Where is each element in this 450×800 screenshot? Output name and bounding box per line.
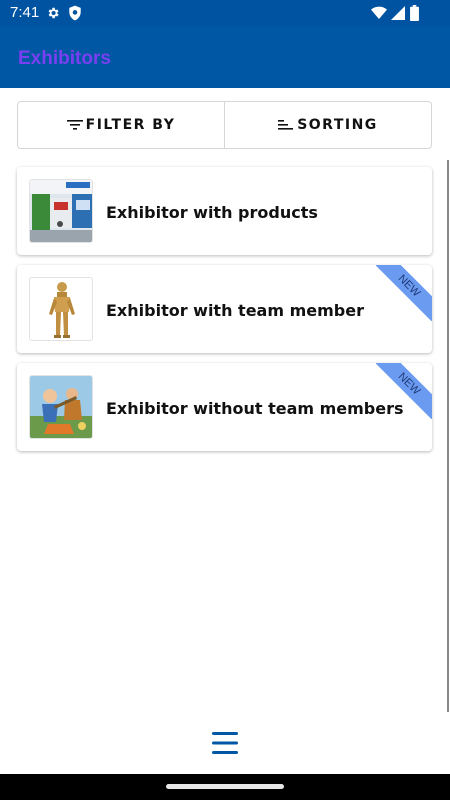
wifi-icon [371,6,387,19]
exhibitor-name: Exhibitor with team member [106,301,364,320]
exhibitor-list: Exhibitor with products Exhibitor with t… [17,167,432,461]
sorting-button[interactable]: SORTING [224,102,431,148]
scrollbar[interactable] [447,160,449,712]
exhibitor-card[interactable]: Exhibitor without team members NEW [17,363,432,451]
signal-icon [391,6,405,20]
system-navigation-bar [0,774,450,800]
home-gesture-handle[interactable] [166,784,284,789]
new-badge-label: NEW [376,265,432,321]
filter-icon [66,120,83,130]
app-bar: Exhibitors [0,26,450,88]
sorting-label: SORTING [297,117,378,133]
sort-icon [278,120,294,130]
gear-icon [48,7,59,19]
hamburger-menu-icon[interactable] [211,729,239,757]
new-badge-label: NEW [376,363,432,419]
new-badge: NEW [376,265,432,321]
shield-icon [69,5,81,21]
filter-sort-bar: FILTER BY SORTING [17,101,432,149]
filter-by-label: FILTER BY [85,117,176,133]
page-title: Exhibitors [18,48,111,69]
exhibitor-thumbnail [29,277,93,341]
status-bar: 7:41 [0,0,450,26]
exhibitor-thumbnail [29,375,93,439]
exhibitor-name: Exhibitor without team members [106,399,404,418]
exhibitor-card[interactable]: Exhibitor with team member NEW [17,265,432,353]
new-badge: NEW [376,363,432,419]
status-time: 7:41 [10,4,40,21]
battery-icon [410,5,419,21]
exhibitor-card[interactable]: Exhibitor with products [17,167,432,255]
exhibitor-name: Exhibitor with products [106,203,318,222]
bottom-bar [0,712,450,774]
exhibitor-thumbnail [29,179,93,243]
filter-by-button[interactable]: FILTER BY [18,102,224,148]
